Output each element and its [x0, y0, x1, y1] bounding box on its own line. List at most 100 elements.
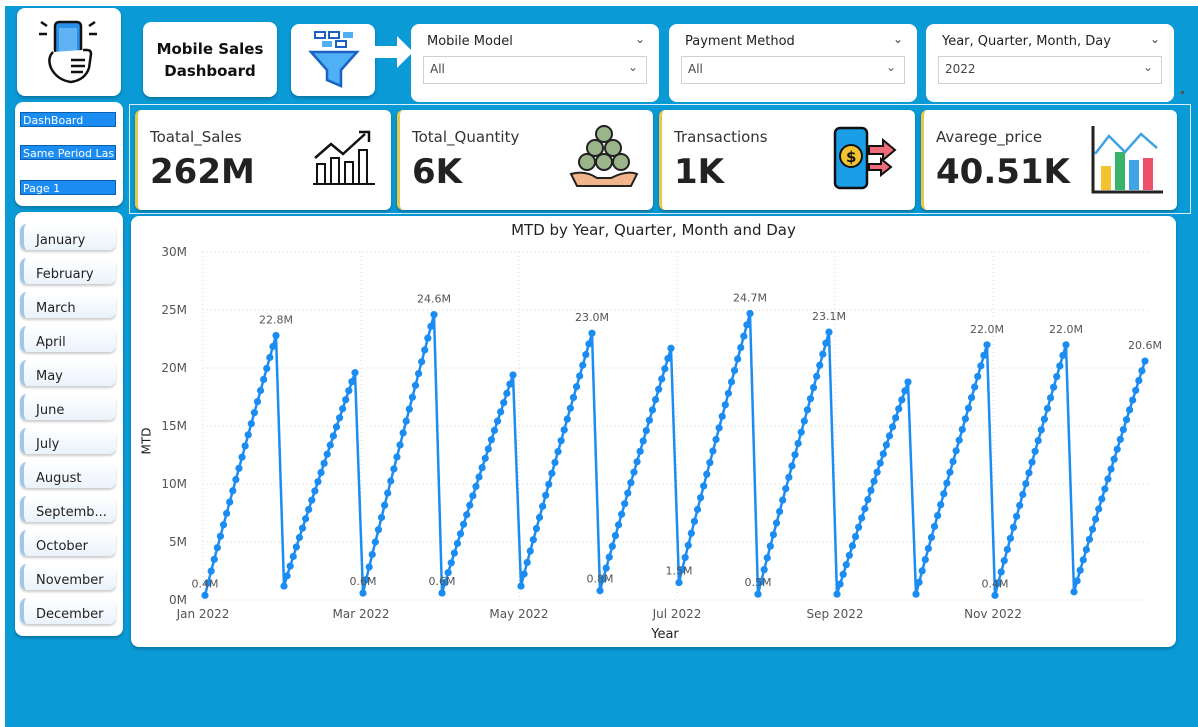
kpi-value: 262M: [150, 152, 255, 192]
data-point: [283, 572, 291, 580]
data-point: [779, 496, 787, 504]
data-point: [1132, 386, 1140, 394]
month-button[interactable]: November: [20, 564, 116, 590]
data-point: [901, 387, 909, 395]
chevron-down-icon[interactable]: ⌄: [635, 32, 645, 46]
data-point: [529, 536, 537, 544]
data-point: [766, 542, 774, 550]
slicer-date-hierarchy[interactable]: Year, Quarter, Month, Day ⌄ 2022 ⌄: [926, 24, 1174, 102]
data-point: [743, 321, 751, 329]
data-point: [238, 453, 246, 461]
kpi-card-total-sales: Toatal_Sales 262M: [135, 110, 391, 210]
data-point: [934, 511, 942, 520]
data-point: [693, 505, 702, 514]
data-point: [734, 355, 742, 363]
y-tick-label: 20M: [161, 361, 187, 375]
data-point: [517, 582, 525, 590]
month-button[interactable]: March: [20, 292, 116, 318]
data-point: [241, 442, 249, 450]
month-button[interactable]: May: [20, 360, 116, 386]
data-point: [1019, 490, 1027, 499]
data-point: [414, 369, 423, 378]
data-point: [1037, 426, 1045, 434]
data-point: [345, 387, 353, 395]
data-point: [1034, 436, 1042, 445]
slicer-mobile-model[interactable]: Mobile Model ⌄ All ⌄: [411, 24, 659, 102]
nav-button-same-period[interactable]: Same Period Las...: [20, 145, 116, 160]
data-point: [332, 423, 341, 431]
slicer-value: All: [430, 62, 445, 76]
data-point: [621, 500, 629, 508]
chevron-down-icon[interactable]: ⌄: [893, 32, 903, 46]
data-label: 20.6M: [1128, 339, 1162, 352]
data-point: [453, 539, 462, 548]
x-tick-label: May 2022: [489, 607, 548, 621]
data-label: 0.8M: [587, 573, 614, 586]
month-button[interactable]: February: [20, 258, 116, 284]
month-button[interactable]: Septemb...: [20, 496, 116, 522]
data-point: [232, 475, 240, 484]
data-point: [478, 464, 486, 472]
chevron-down-icon[interactable]: ⌄: [628, 60, 638, 74]
month-button[interactable]: October: [20, 530, 116, 556]
data-point: [958, 425, 966, 434]
data-point: [201, 591, 209, 599]
nav-button-dashboard[interactable]: DashBoard: [20, 112, 116, 127]
data-point: [1003, 545, 1011, 554]
data-point: [816, 361, 824, 369]
data-point: [323, 450, 331, 458]
month-button[interactable]: August: [20, 462, 116, 488]
data-point: [374, 526, 383, 534]
data-point: [526, 547, 534, 555]
slicer-dropdown[interactable]: 2022 ⌄: [938, 56, 1162, 84]
data-point: [490, 426, 499, 434]
data-point: [822, 339, 830, 347]
svg-text:$: $: [846, 148, 856, 166]
data-label: 0.4M: [192, 577, 219, 590]
data-point: [991, 591, 999, 599]
month-button[interactable]: January: [20, 224, 116, 250]
data-point: [687, 529, 695, 537]
data-point: [974, 372, 982, 381]
data-point: [542, 491, 550, 499]
data-label: 22.0M: [1049, 323, 1083, 336]
data-point: [557, 437, 565, 445]
month-button[interactable]: December: [20, 598, 116, 624]
data-point: [730, 366, 739, 375]
slicer-dropdown[interactable]: All ⌄: [423, 56, 647, 84]
data-point: [342, 396, 350, 404]
data-point: [390, 465, 398, 473]
data-point: [207, 567, 215, 575]
filter-funnel-card[interactable]: [291, 24, 375, 96]
data-point: [943, 479, 951, 487]
data-point: [269, 342, 277, 351]
slicer-label: Year, Quarter, Month, Day: [942, 34, 1111, 49]
data-point: [904, 378, 912, 386]
data-point: [746, 309, 754, 318]
data-point: [661, 365, 669, 373]
data-point: [772, 519, 781, 527]
slicer-payment-method[interactable]: Payment Method ⌄ All ⌄: [669, 24, 917, 102]
chevron-down-icon[interactable]: ⌄: [886, 60, 896, 74]
month-button[interactable]: June: [20, 394, 116, 420]
y-tick-label: 10M: [161, 477, 187, 491]
nav-button-page-1[interactable]: Page 1: [20, 180, 116, 195]
data-point: [700, 482, 708, 490]
chevron-down-icon[interactable]: ⌄: [1150, 32, 1160, 46]
data-point: [681, 553, 689, 562]
data-point: [1043, 404, 1052, 413]
month-button[interactable]: April: [20, 326, 116, 352]
data-point: [1073, 577, 1081, 585]
month-button[interactable]: July: [20, 428, 116, 454]
data-label: 22.8M: [259, 314, 293, 327]
data-point: [618, 510, 626, 518]
data-point: [651, 395, 660, 404]
data-point: [740, 332, 748, 340]
data-point: [763, 554, 771, 562]
dashboard-canvas: Mobile Sales Dashboard Mobile Model ⌄ Al…: [5, 6, 1198, 727]
data-point: [1141, 357, 1149, 365]
chevron-down-icon[interactable]: ⌄: [1143, 60, 1153, 74]
slicer-dropdown[interactable]: All ⌄: [681, 56, 905, 84]
data-point: [1025, 469, 1033, 477]
data-point: [596, 587, 604, 595]
